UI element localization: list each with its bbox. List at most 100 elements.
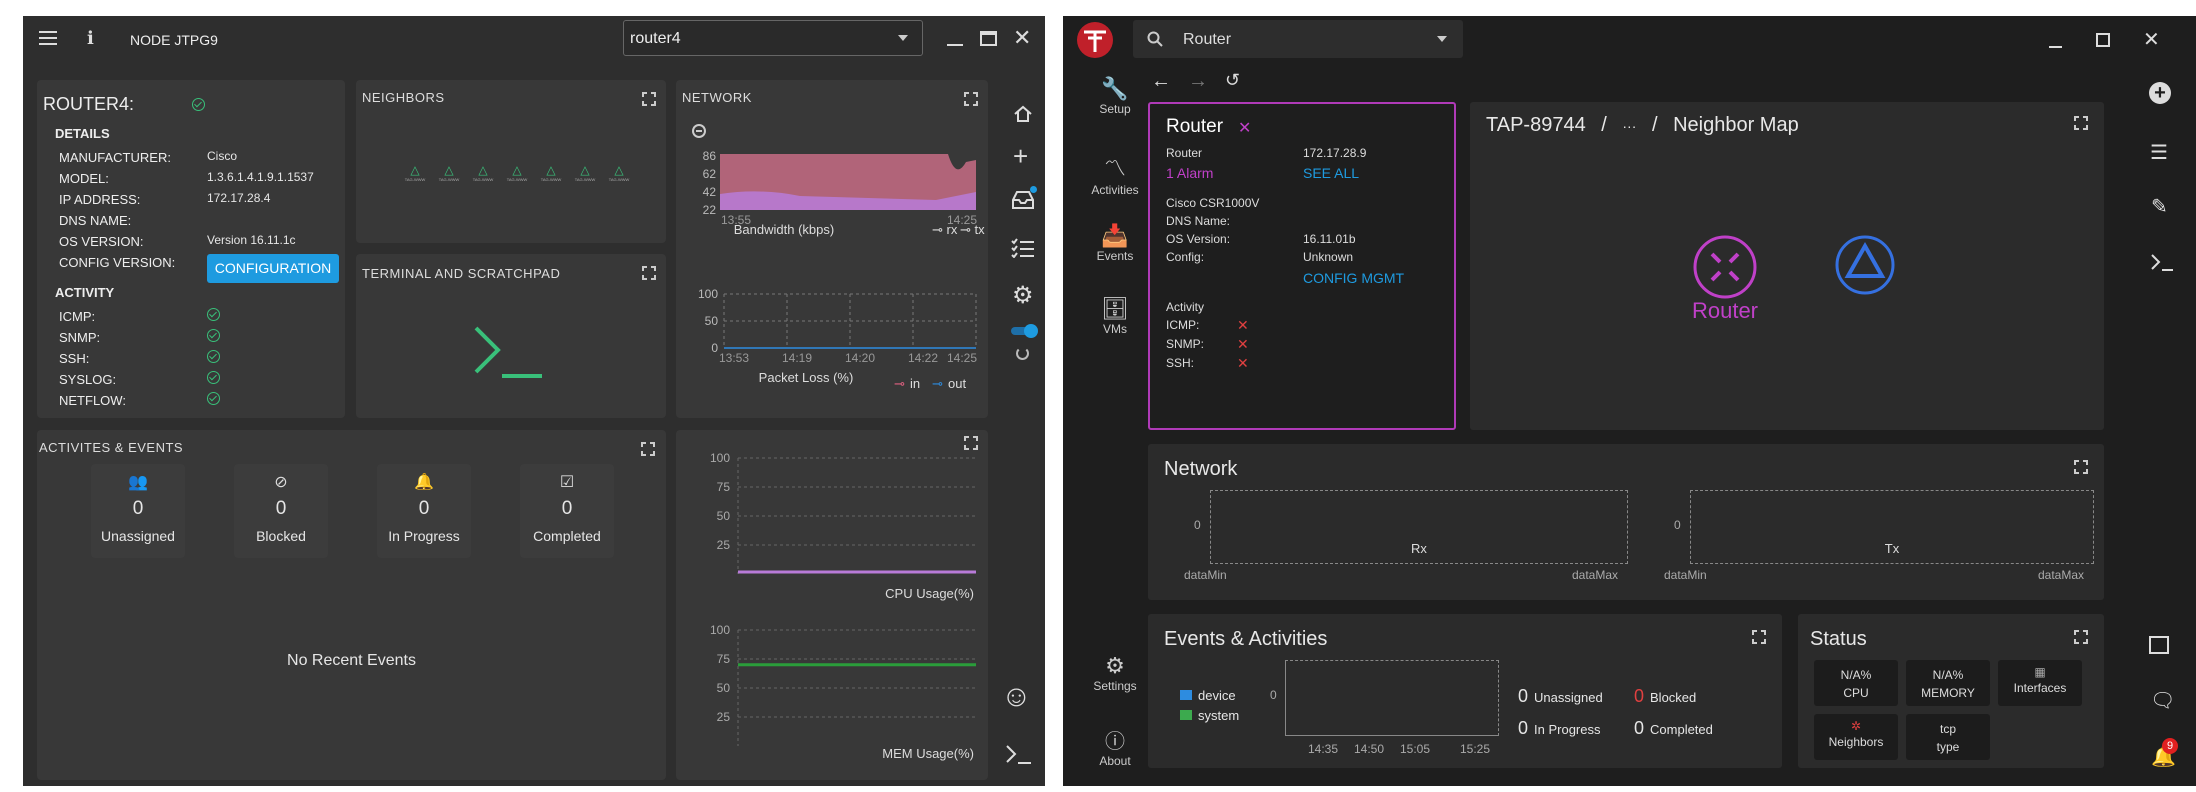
info-icon[interactable]: ℹ [87, 28, 94, 49]
expand-icon[interactable] [641, 442, 655, 456]
legend-out: ⊸ [932, 376, 943, 391]
terminal-icon[interactable] [1005, 742, 1033, 766]
type-status-tile[interactable]: tcp type [1906, 714, 1990, 760]
nav-settings[interactable]: ⚙ Settings [1075, 653, 1155, 693]
neighbor-node[interactable]: △ TAG-WWW [570, 163, 600, 182]
breadcrumb: TAP-89744 / ··· / Neighbor Map [1486, 114, 1799, 136]
unassigned-card[interactable]: 👥 0 Unassigned [91, 464, 185, 558]
in-progress-count[interactable]: 0 In Progress [1518, 718, 1601, 739]
expand-icon[interactable] [964, 92, 978, 106]
neighbor-node[interactable]: △ TAG-WWW [502, 163, 532, 182]
see-all-link[interactable]: SEE ALL [1303, 165, 1359, 181]
router-select[interactable]: router4 [623, 20, 923, 56]
close-icon[interactable]: ✕ [1013, 25, 1031, 51]
chat-icon[interactable]: ☺ [1001, 682, 1032, 712]
unassigned-count[interactable]: 0 Unassigned [1518, 686, 1603, 707]
breadcrumb-root[interactable]: TAP-89744 [1486, 114, 1586, 136]
interfaces-status-tile[interactable]: ▦ Interfaces [1998, 660, 2082, 706]
network-panel: NETWORK 86 62 42 22 13:55 14:25 Bandwidth (kbp… [676, 80, 988, 418]
nav-about[interactable]: ⓘ About [1075, 725, 1155, 768]
detail-label: CONFIG VERSION: [59, 255, 176, 270]
add-icon[interactable]: + [1013, 143, 1028, 169]
configuration-button[interactable]: CONFIGURATION [207, 254, 339, 283]
add-circle-icon[interactable]: + [2149, 82, 2171, 104]
nav-vms[interactable]: 🗄 VMs [1075, 296, 1155, 336]
media-icon[interactable] [2149, 636, 2169, 654]
sliders-icon[interactable]: ☰ [2150, 140, 2168, 165]
neighbor-node[interactable]: △ TAG-WWW [400, 163, 430, 182]
router-name: ROUTER4: [43, 94, 135, 114]
maximize-icon[interactable] [980, 31, 997, 46]
inbox-icon[interactable] [1011, 186, 1037, 210]
menu-icon[interactable] [39, 31, 57, 45]
neighbors-title: NEIGHBORS [362, 90, 445, 105]
neighbor-node[interactable]: △ TAG-WWW [604, 163, 634, 182]
expand-icon[interactable] [642, 266, 656, 280]
neighbor-node[interactable]: △ TAG-WWW [536, 163, 566, 182]
config-mgmt-link[interactable]: CONFIG MGMT [1303, 270, 1404, 286]
completed-card[interactable]: ☑ 0 Completed [520, 464, 614, 558]
legend-in-label: in [910, 376, 920, 391]
gear-icon[interactable]: ⚙ [1012, 284, 1034, 308]
blocked-icon: ⊘ [274, 474, 288, 491]
expand-icon[interactable] [1752, 630, 1766, 644]
blocked-card[interactable]: ⊘ 0 Blocked [234, 464, 328, 558]
in-progress-card[interactable]: 🔔 0 In Progress [377, 464, 471, 558]
detail-label: MODEL: [59, 171, 109, 186]
neighbor-node[interactable]: △ TAG-WWW [468, 163, 498, 182]
neighbors-status-tile[interactable]: ✲ Neighbors [1814, 714, 1898, 760]
detail-label: OS VERSION: [59, 234, 144, 249]
nav-setup[interactable]: 🔧 Setup [1075, 76, 1155, 116]
neighbors-panel: NEIGHBORS △ TAG-WWW △ TAG-WWW △ TAG-WWW △ TA… [356, 80, 666, 243]
nav-activities[interactable]: 〽 Activities [1075, 151, 1155, 197]
forward-arrow-icon[interactable]: → [1188, 70, 1208, 93]
y-tick-label: 25 [717, 710, 731, 724]
neighbor-nodes: △ TAG-WWW △ TAG-WWW △ TAG-WWW △ TAG-WWW △ TAG… [400, 163, 640, 193]
tx-y-zero: 0 [1674, 518, 1681, 532]
expand-icon[interactable] [2074, 630, 2088, 644]
minimize-icon[interactable] [947, 44, 963, 46]
pencil-icon[interactable]: ✎ [2151, 194, 2168, 219]
alarm-link[interactable]: 1 Alarm [1166, 165, 1213, 181]
history-icon[interactable]: ↺ [1225, 70, 1240, 91]
breadcrumb-ellipsis[interactable]: ··· [1622, 118, 1636, 134]
chat-icon[interactable]: 🗨 [2150, 688, 2175, 713]
terminal-icon[interactable] [2150, 252, 2174, 272]
packet-loss-chart: 100 50 013:53 14:19 14:20 14:22 14:25 Packet Lo… [698, 287, 977, 391]
close-card-icon[interactable]: ✕ [1238, 118, 1251, 138]
detail-label: IP ADDRESS: [59, 192, 141, 207]
neighbor-node[interactable]: △ TAG-WWW [434, 163, 464, 182]
back-arrow-icon[interactable]: ← [1151, 70, 1171, 93]
toggle-switch[interactable] [1011, 324, 1038, 338]
checklist-icon[interactable] [1011, 238, 1035, 259]
blocked-count[interactable]: 0 Blocked [1634, 686, 1696, 707]
close-icon[interactable]: ✕ [2143, 27, 2160, 52]
search-input[interactable]: Router [1183, 31, 1231, 49]
card-label: Blocked [256, 528, 306, 544]
x-tick-label: 13:53 [719, 351, 749, 365]
expand-icon[interactable] [2074, 116, 2088, 130]
expand-icon[interactable] [2074, 460, 2088, 474]
empty-events-message: No Recent Events [287, 652, 416, 669]
neighbor-node-icon[interactable] [1832, 232, 1898, 298]
network-card: Network 0 Rx dataMin dataMax 0 Tx dataMi… [1148, 444, 2104, 600]
terminal-prompt-icon[interactable] [472, 324, 544, 380]
legend-system: system [1180, 708, 1239, 723]
search-bar[interactable]: Router [1133, 20, 1463, 58]
ethernet-icon: ▦ [2034, 665, 2046, 679]
expand-icon[interactable] [642, 92, 656, 106]
zoom-out-icon[interactable] [692, 124, 706, 138]
y-tick-label: 86 [703, 149, 717, 163]
minimize-icon[interactable] [2049, 46, 2062, 48]
chevron-down-icon[interactable] [1437, 36, 1447, 42]
cpu-status-tile[interactable]: N/A% CPU [1814, 660, 1898, 706]
router-node-icon[interactable] [1692, 234, 1758, 300]
home-icon[interactable] [1013, 104, 1033, 124]
completed-count[interactable]: 0 Completed [1634, 718, 1713, 739]
memory-status-tile[interactable]: N/A% MEMORY [1906, 660, 1990, 706]
nav-events[interactable]: 📥 Events [1075, 223, 1155, 263]
maximize-icon[interactable] [2096, 33, 2110, 47]
router-type: Router [1166, 146, 1203, 160]
card-count: 0 [275, 498, 287, 519]
rx-data-min: dataMin [1184, 568, 1227, 582]
